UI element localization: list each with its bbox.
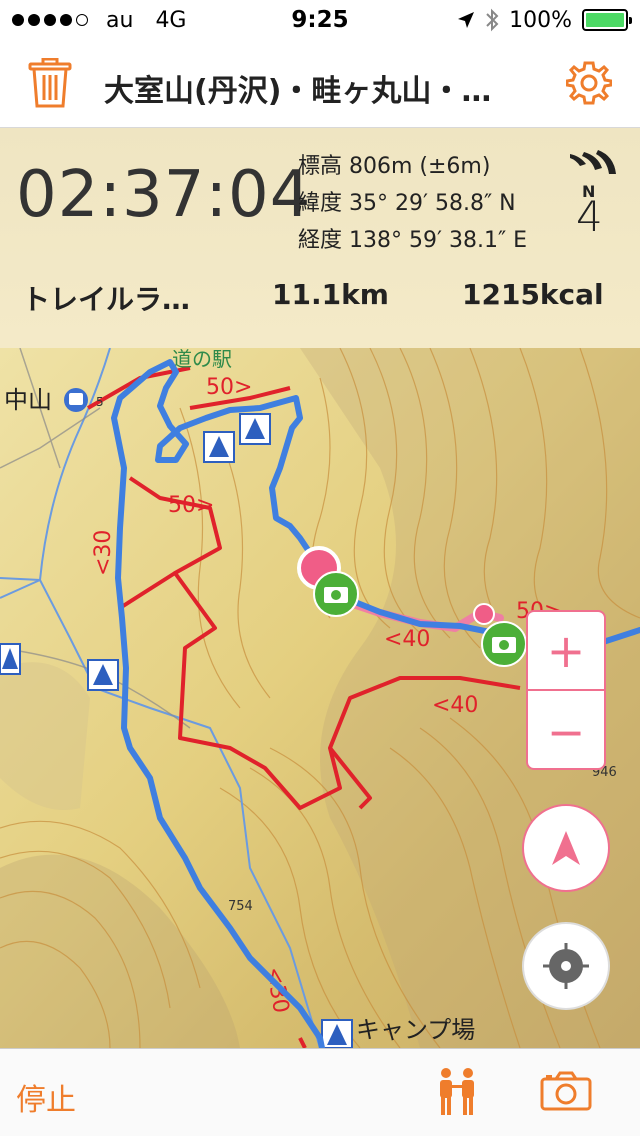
people-icon (440, 1068, 474, 1115)
page-title: 大室山(丹沢)・畦ヶ丸山・… (104, 74, 492, 109)
position-readout: 標高 806m (±6m) 緯度 35° 29′ 58.8″ N 経度 138°… (298, 148, 527, 259)
gear-icon (565, 61, 613, 105)
campsite-icon (0, 643, 21, 675)
zoom-control: + − (526, 610, 606, 770)
activity-stats: トレイルラ… 11.1km 1215kcal (0, 278, 640, 322)
speed-label-50-top: 50> (206, 375, 252, 400)
campsite-icon (321, 1019, 353, 1048)
activity-type: トレイルラ… (22, 283, 191, 316)
zoom-in-button[interactable]: + (528, 612, 604, 691)
speed-label-40-low: <40 (432, 693, 478, 718)
distance-value: 11.1km (272, 278, 389, 311)
speed-label-40-mid: <40 (384, 627, 430, 652)
bus-stop-icon (64, 388, 88, 412)
compass-value: 4 (576, 192, 603, 241)
crosshair-icon (543, 943, 589, 989)
latitude-readout: 緯度 35° 29′ 58.8″ N (298, 191, 516, 216)
bluetooth-icon (486, 8, 499, 32)
elevation-754: 754 (228, 899, 253, 914)
trash-icon (28, 57, 72, 108)
recenter-button[interactable] (522, 922, 610, 1010)
elapsed-time: 02:37:04 (16, 158, 312, 232)
altitude-readout: 標高 806m (±6m) (298, 154, 491, 179)
bus-stop-number: 5 (96, 395, 104, 409)
navigation-arrow-icon (552, 831, 580, 865)
settings-button[interactable] (565, 60, 613, 110)
zoom-out-button[interactable]: − (528, 692, 604, 771)
battery-icon (582, 9, 632, 31)
status-bar: au 4G 9:25 100% (0, 0, 640, 40)
campsite-icon (239, 413, 271, 445)
photo-marker[interactable] (313, 571, 359, 617)
gps-signal-icon (570, 150, 616, 174)
campsite-icon (203, 431, 235, 463)
photo-marker[interactable] (481, 621, 527, 667)
camera-button[interactable] (540, 1071, 592, 1115)
nav-bar: 大室山(丹沢)・畦ヶ丸山・… (0, 40, 640, 128)
campsite-icon (87, 659, 119, 691)
heading-button[interactable] (522, 804, 610, 892)
compass-indicator: N 4 (568, 150, 618, 241)
camera-icon (540, 1071, 592, 1111)
battery-percent: 100% (509, 7, 572, 33)
bottom-toolbar: 停止 (0, 1048, 640, 1136)
topo-map[interactable]: 50> 50> <30 <40 <40 50> <30 中山 道の駅 5 754… (0, 348, 640, 1048)
longitude-readout: 経度 138° 59′ 38.1″ E (298, 228, 528, 253)
road-station-label: 道の駅 (172, 348, 232, 371)
location-arrow-icon (458, 12, 475, 28)
calories-value: 1215kcal (462, 278, 604, 311)
stop-button[interactable]: 停止 (16, 1075, 76, 1119)
station-label: 中山 (4, 386, 52, 414)
campsite-label: キャンプ場 (356, 1016, 475, 1044)
speed-label-30-left: <30 (91, 530, 116, 576)
tracking-info-panel: 02:37:04 標高 806m (±6m) 緯度 35° 29′ 58.8″ … (0, 128, 640, 348)
trash-button[interactable] (28, 57, 72, 112)
companions-button[interactable] (432, 1067, 482, 1121)
speed-label-50-mid: 50> (168, 493, 214, 518)
